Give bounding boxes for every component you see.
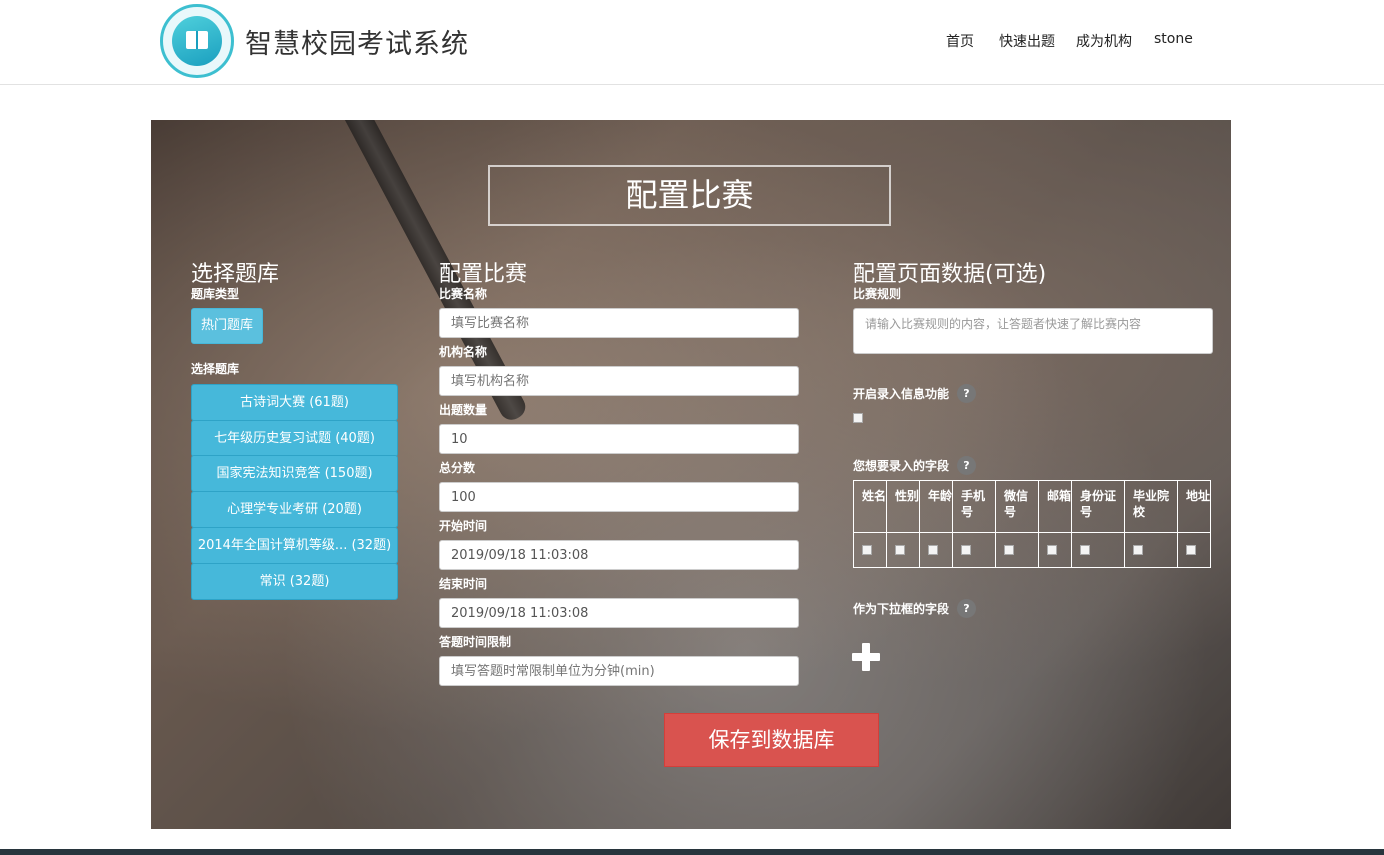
field-checkbox[interactable]: [862, 545, 872, 555]
field-checkbox[interactable]: [961, 545, 971, 555]
field-header: 年龄: [919, 480, 953, 533]
top-header: 智慧校园考试系统 首页 快速出题 成为机构 stone: [0, 0, 1384, 85]
logo-icon[interactable]: [160, 4, 234, 78]
field-header: 性别: [886, 480, 920, 533]
nav-quick-question[interactable]: 快速出题: [999, 31, 1055, 51]
bank-item[interactable]: 常识 (32题): [191, 563, 398, 600]
add-icon[interactable]: [852, 643, 880, 671]
field-checkbox[interactable]: [895, 545, 905, 555]
rules-label: 比赛规则: [853, 287, 902, 301]
enable-info-checkbox[interactable]: [853, 413, 863, 423]
contest-name-label: 比赛名称: [439, 287, 488, 301]
bank-item[interactable]: 心理学专业考研 (20题): [191, 491, 398, 528]
field-header: 毕业院校: [1124, 480, 1178, 533]
end-time-input[interactable]: [439, 598, 799, 628]
field-checkbox[interactable]: [1004, 545, 1014, 555]
field-header: 微信号: [995, 480, 1039, 533]
help-icon[interactable]: ?: [957, 384, 976, 403]
brand-title: 智慧校园考试系统: [245, 29, 469, 60]
question-count-label: 出题数量: [439, 403, 488, 417]
field-header: 手机号: [952, 480, 996, 533]
rules-textarea[interactable]: 请输入比赛规则的内容，让答题者快速了解比赛内容: [853, 308, 1213, 354]
field-checkbox[interactable]: [1080, 545, 1090, 555]
help-icon[interactable]: ?: [957, 599, 976, 618]
field-header: 邮箱: [1038, 480, 1072, 533]
select-bank-label: 选择题库: [191, 362, 240, 376]
total-score-input[interactable]: [439, 482, 799, 512]
time-limit-input[interactable]: [439, 656, 799, 686]
field-checkbox[interactable]: [1186, 545, 1196, 555]
hot-bank-button[interactable]: 热门题库: [191, 308, 263, 344]
contest-name-input[interactable]: [439, 308, 799, 338]
field-checkbox[interactable]: [1047, 545, 1057, 555]
total-score-label: 总分数: [439, 461, 476, 475]
help-icon[interactable]: ?: [957, 456, 976, 475]
question-count-input[interactable]: [439, 424, 799, 454]
bank-item[interactable]: 七年级历史复习试题 (40题): [191, 420, 398, 457]
field-checkbox[interactable]: [1133, 545, 1143, 555]
config-panel: 配置比赛 选择题库 题库类型 热门题库 选择题库 古诗词大赛 (61题) 七年级…: [151, 120, 1231, 829]
field-header: 地址: [1177, 480, 1211, 533]
nav-become-org[interactable]: 成为机构: [1076, 31, 1132, 51]
page-data-heading: 配置页面数据(可选): [853, 262, 1047, 287]
field-checkbox[interactable]: [928, 545, 938, 555]
bank-heading: 选择题库: [191, 262, 280, 287]
end-time-label: 结束时间: [439, 577, 488, 591]
fields-table: 姓名 性别 年龄 手机号 微信号 邮箱 身份证号 毕业院校 地址: [853, 480, 1211, 568]
fields-label: 您想要录入的字段: [853, 459, 950, 473]
bank-item[interactable]: 古诗词大赛 (61题): [191, 384, 398, 421]
dropdown-fields-label: 作为下拉框的字段: [853, 602, 950, 616]
bank-type-label: 题库类型: [191, 287, 240, 301]
footer-bar: [0, 849, 1384, 855]
start-time-input[interactable]: [439, 540, 799, 570]
org-name-input[interactable]: [439, 366, 799, 396]
nav-home[interactable]: 首页: [946, 31, 974, 51]
save-to-database-button[interactable]: 保存到数据库: [664, 713, 879, 767]
field-header: 姓名: [853, 480, 887, 533]
start-time-label: 开始时间: [439, 519, 488, 533]
org-name-label: 机构名称: [439, 345, 488, 359]
field-header: 身份证号: [1071, 480, 1125, 533]
bank-item[interactable]: 2014年全国计算机等级... (32题): [191, 527, 398, 564]
bank-item[interactable]: 国家宪法知识竞答 (150题): [191, 455, 398, 492]
time-limit-label: 答题时间限制: [439, 635, 512, 649]
page-title: 配置比赛: [488, 165, 891, 226]
config-heading: 配置比赛: [439, 262, 528, 287]
enable-info-label: 开启录入信息功能: [853, 387, 950, 401]
nav-user[interactable]: stone: [1154, 31, 1193, 47]
